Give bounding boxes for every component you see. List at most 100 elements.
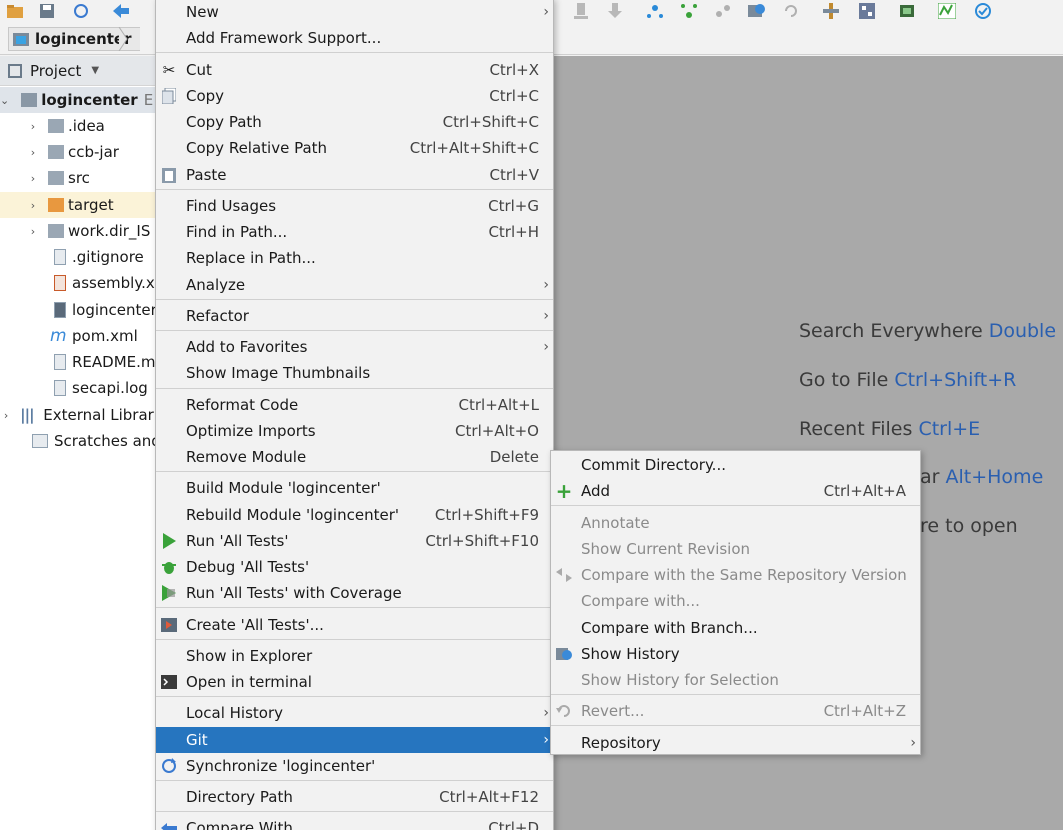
run-icon <box>160 532 178 550</box>
vcs-download-icon[interactable] <box>606 2 624 20</box>
tree-node-file[interactable]: assembly.xi <box>0 270 158 296</box>
vcs-compare-icon[interactable] <box>714 2 732 20</box>
tree-node-file[interactable]: README.m <box>0 349 158 375</box>
menu-item-show-history-selection[interactable]: Show History for Selection <box>551 667 920 693</box>
vcs-fetch-icon[interactable] <box>646 2 664 20</box>
breadcrumb-chevron-icon <box>118 27 128 51</box>
menu-item-rebuild-module[interactable]: Rebuild Module 'logincenter' Ctrl+Shift+F… <box>156 502 553 528</box>
menu-item-show-history[interactable]: Show History <box>551 641 920 667</box>
menu-item-show-in-explorer[interactable]: Show in Explorer <box>156 643 553 669</box>
menu-item-analyze[interactable]: Analyze › <box>156 272 553 298</box>
menu-item-add-framework-support[interactable]: Add Framework Support... <box>156 25 553 51</box>
menu-item-new[interactable]: New › <box>156 0 553 25</box>
project-structure-icon[interactable] <box>858 2 876 20</box>
open-folder-icon[interactable] <box>6 2 24 20</box>
menu-item-debug-tests[interactable]: Debug 'All Tests' <box>156 554 553 580</box>
menu-item-revert[interactable]: Revert... Ctrl+Alt+Z <box>551 698 920 724</box>
menu-item-show-image-thumbnails[interactable]: Show Image Thumbnails <box>156 360 553 386</box>
xml-file-icon <box>54 275 66 291</box>
hint-drop-files: re to open <box>920 515 1018 537</box>
submenu-arrow-icon: › <box>910 735 916 751</box>
menu-item-paste[interactable]: Paste Ctrl+V <box>156 162 553 188</box>
settings-wrench-icon[interactable] <box>822 2 840 20</box>
tree-node-label: target <box>68 196 114 214</box>
menu-item-replace-in-path[interactable]: Replace in Path... <box>156 245 553 271</box>
tree-node-label: .gitignore <box>72 248 144 266</box>
menu-item-build-module[interactable]: Build Module 'logincenter' <box>156 475 553 501</box>
sync-icon[interactable] <box>72 2 90 20</box>
menu-item-refactor[interactable]: Refactor › <box>156 303 553 329</box>
menu-item-find-in-path[interactable]: Find in Path... Ctrl+H <box>156 219 553 245</box>
module-folder-icon <box>13 32 29 46</box>
paste-icon <box>160 166 178 184</box>
monitor-icon[interactable] <box>938 2 956 20</box>
tree-node-folder-excluded[interactable]: › target <box>0 192 158 218</box>
tree-node-label: README.m <box>72 353 156 371</box>
menu-item-compare-with-branch[interactable]: Compare with Branch... <box>551 615 920 641</box>
tree-node-file[interactable]: m pom.xml <box>0 323 158 349</box>
test-config-icon <box>160 616 178 634</box>
menu-item-directory-path[interactable]: Directory Path Ctrl+Alt+F12 <box>156 784 553 810</box>
tree-node-folder[interactable]: › work.dir_IS <box>0 218 158 244</box>
menu-item-local-history[interactable]: Local History › <box>156 700 553 726</box>
menu-item-copy[interactable]: Copy Ctrl+C <box>156 83 553 109</box>
vcs-branches-icon[interactable] <box>680 2 698 20</box>
vcs-revert-icon[interactable] <box>782 2 800 20</box>
menu-item-repository[interactable]: Repository › <box>551 730 920 756</box>
save-icon[interactable] <box>38 2 56 20</box>
vcs-history-icon[interactable] <box>748 2 766 20</box>
tree-node-folder[interactable]: › ccb-jar <box>0 139 158 165</box>
tree-node-label: logincenter <box>72 301 157 319</box>
terminal-icon <box>160 673 178 691</box>
expanded-arrow-icon[interactable]: ⌄ <box>0 94 9 107</box>
menu-item-optimize-imports[interactable]: Optimize Imports Ctrl+Alt+O <box>156 418 553 444</box>
hint-search-everywhere: Search Everywhere Double S <box>799 320 1063 342</box>
collapsed-arrow-icon[interactable]: › <box>26 199 40 212</box>
collapsed-arrow-icon[interactable]: › <box>26 225 40 238</box>
tree-node-file[interactable]: secapi.log <box>0 375 158 401</box>
tree-node-folder[interactable]: › .idea <box>0 113 158 139</box>
menu-item-remove-module[interactable]: Remove Module Delete <box>156 444 553 470</box>
menu-item-open-in-terminal[interactable]: Open in terminal <box>156 669 553 695</box>
sdk-manager-icon[interactable] <box>898 2 916 20</box>
menu-item-git[interactable]: Git › <box>156 727 553 753</box>
tree-node-module[interactable]: ⌄ logincenter E: <box>0 87 158 113</box>
menu-item-compare-with[interactable]: Compare With... Ctrl+D <box>156 815 553 830</box>
menu-item-run-tests[interactable]: Run 'All Tests' Ctrl+Shift+F10 <box>156 528 553 554</box>
menu-item-git-add[interactable]: + Add Ctrl+Alt+A <box>551 478 920 504</box>
tree-node-label: work.dir_IS <box>68 222 151 240</box>
menu-item-commit-directory[interactable]: Commit Directory... <box>551 452 920 478</box>
vcs-update-icon[interactable] <box>572 2 590 20</box>
menu-item-copy-path[interactable]: Copy Path Ctrl+Shift+C <box>156 109 553 135</box>
menu-item-find-usages[interactable]: Find Usages Ctrl+G <box>156 193 553 219</box>
submenu-arrow-icon: › <box>543 308 549 324</box>
tree-node-scratches[interactable]: Scratches and <box>0 428 158 454</box>
collapsed-arrow-icon[interactable]: › <box>26 146 40 159</box>
collapsed-arrow-icon[interactable]: › <box>26 120 40 133</box>
tree-node-label: Scratches and <box>54 432 158 450</box>
tree-node-file[interactable]: logincenter <box>0 297 158 323</box>
menu-item-compare-same-repo-version[interactable]: Compare with the Same Repository Version <box>551 562 920 588</box>
menu-item-annotate[interactable]: Annotate <box>551 510 920 536</box>
tree-node-external-libraries[interactable]: › ||| External Librari <box>0 402 158 428</box>
tree-node-label: .idea <box>68 117 105 135</box>
menu-item-show-current-revision[interactable]: Show Current Revision <box>551 536 920 562</box>
menu-item-synchronize[interactable]: Synchronize 'logincenter' <box>156 753 553 779</box>
scissors-icon: ✂ <box>162 61 176 79</box>
tree-node-folder[interactable]: › src <box>0 165 158 191</box>
check-circle-icon[interactable] <box>974 2 992 20</box>
tree-node-file[interactable]: .gitignore <box>0 244 158 270</box>
project-view-selector[interactable]: Project ▼ <box>0 56 158 86</box>
menu-item-reformat-code[interactable]: Reformat Code Ctrl+Alt+L <box>156 392 553 418</box>
menu-item-run-with-coverage[interactable]: Run 'All Tests' with Coverage <box>156 580 553 606</box>
collapsed-arrow-icon[interactable]: › <box>0 409 12 422</box>
tree-node-label: pom.xml <box>72 327 138 345</box>
menu-item-copy-relative-path[interactable]: Copy Relative Path Ctrl+Alt+Shift+C <box>156 135 553 161</box>
collapsed-arrow-icon[interactable]: › <box>26 172 40 185</box>
coverage-icon <box>160 584 178 602</box>
back-arrow-icon[interactable] <box>112 2 130 20</box>
menu-item-create-tests[interactable]: Create 'All Tests'... <box>156 612 553 638</box>
menu-item-compare-with-dialog[interactable]: Compare with... <box>551 588 920 614</box>
menu-item-cut[interactable]: ✂ Cut Ctrl+X <box>156 57 553 83</box>
menu-item-add-to-favorites[interactable]: Add to Favorites › <box>156 334 553 360</box>
